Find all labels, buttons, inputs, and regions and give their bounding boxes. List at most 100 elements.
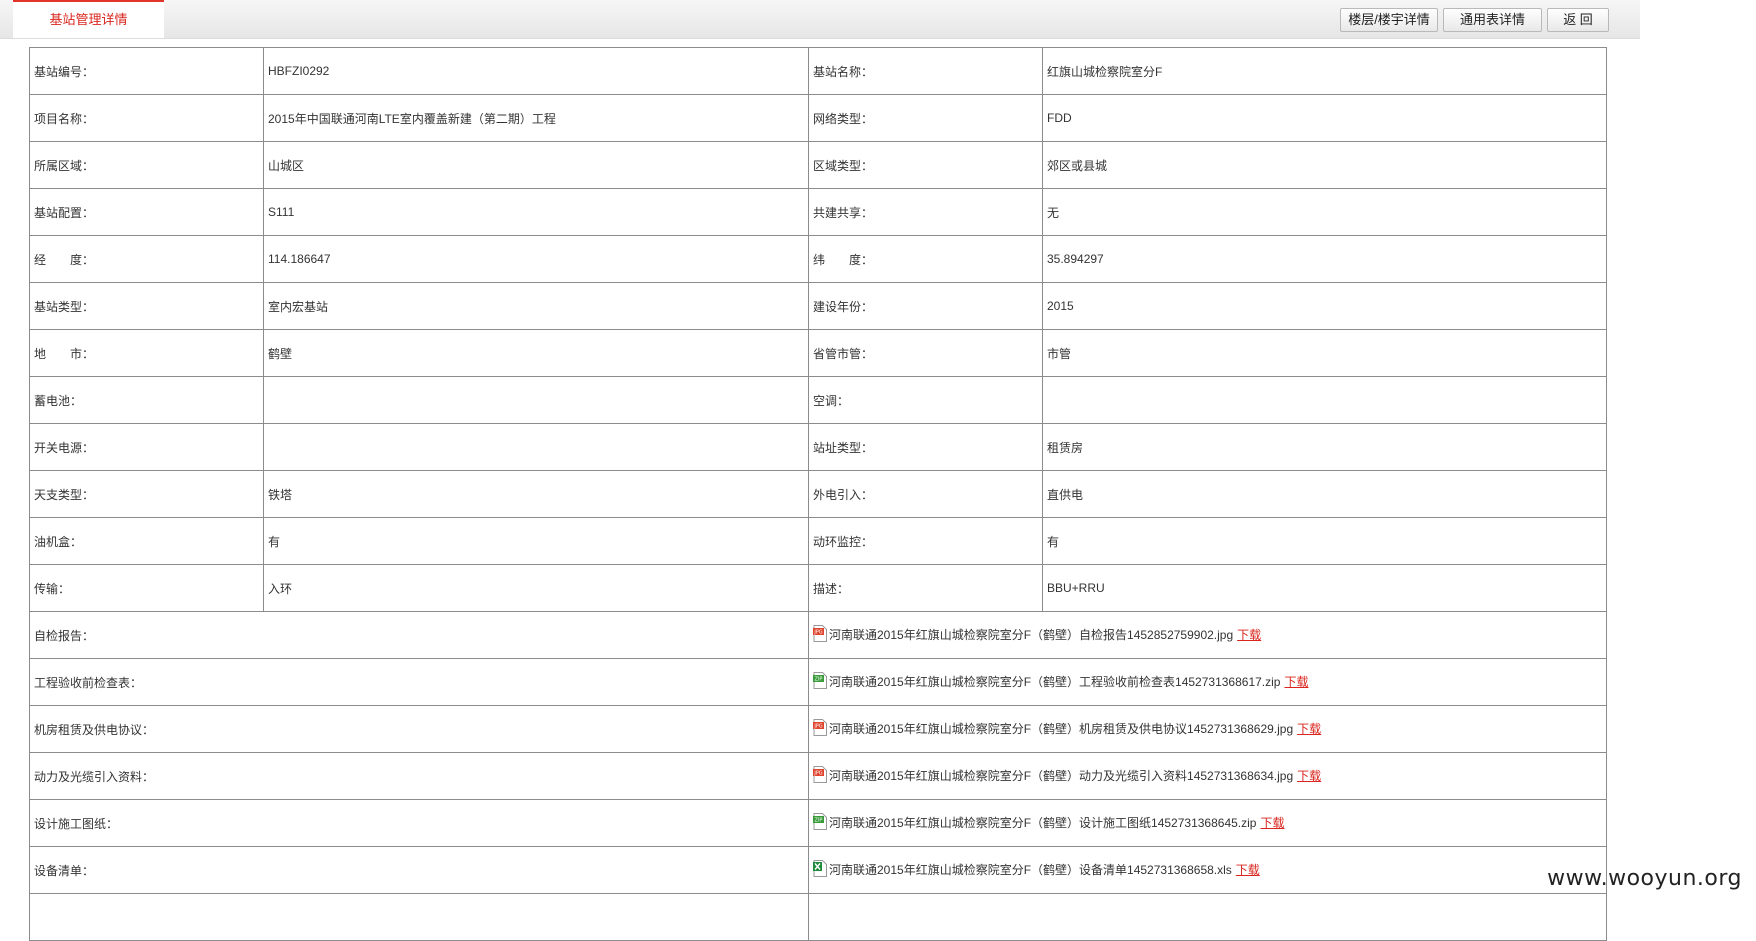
common-table-button[interactable]: 通用表详情 <box>1443 8 1542 32</box>
field-value: HBFZI0292 <box>263 47 809 95</box>
field-value <box>263 423 809 471</box>
download-link[interactable]: 下载 <box>1297 769 1321 783</box>
file-row: 自检报告： JPG 河南联通2015年红旗山城检察院室分F（鹤壁）自检报告145… <box>29 611 1607 659</box>
field-value: 直供电 <box>1042 470 1607 518</box>
field-value: 租赁房 <box>1042 423 1607 471</box>
field-value: S111 <box>263 188 809 236</box>
table-row: 开关电源： 站址类型： 租赁房 <box>29 423 1607 471</box>
file-label: 动力及光缆引入资料： <box>29 752 809 800</box>
field-label: 基站名称： <box>808 47 1043 95</box>
field-value <box>1042 376 1607 424</box>
field-value: 有 <box>1042 517 1607 565</box>
svg-text:ZIP: ZIP <box>815 677 823 683</box>
svg-text:ZIP: ZIP <box>815 818 823 824</box>
download-link[interactable]: 下载 <box>1297 722 1321 736</box>
file-row: 动力及光缆引入资料： JPG 河南联通2015年红旗山城检察院室分F（鹤壁）动力… <box>29 752 1607 800</box>
file-cell: JPG 河南联通2015年红旗山城检察院室分F（鹤壁）动力及光缆引入资料1452… <box>808 752 1607 800</box>
field-value: 山城区 <box>263 141 809 189</box>
zip-file-icon: ZIP <box>813 813 827 831</box>
file-label: 设计施工图纸： <box>29 799 809 847</box>
svg-text:JPG: JPG <box>813 630 822 636</box>
field-value: 入环 <box>263 564 809 612</box>
field-label: 基站类型： <box>29 282 264 330</box>
svg-text:JPG: JPG <box>813 771 822 777</box>
file-label: 自检报告： <box>29 611 809 659</box>
field-label: 地 市： <box>29 329 264 377</box>
field-value <box>263 376 809 424</box>
jpg-file-icon: JPG <box>813 625 827 643</box>
svg-text:JPG: JPG <box>813 724 822 730</box>
download-link[interactable]: 下载 <box>1237 628 1261 642</box>
file-cell: 河南联通2015年红旗山城检察院室分F（鹤壁）设备清单1452731368658… <box>808 846 1607 894</box>
download-link[interactable]: 下载 <box>1260 816 1284 830</box>
field-value: 红旗山城检察院室分F <box>1042 47 1607 95</box>
field-value: FDD <box>1042 94 1607 142</box>
table-row: 基站配置： S111 共建共享： 无 <box>29 188 1607 236</box>
xls-file-icon <box>813 860 827 878</box>
table-row: 地 市： 鹤壁 省管市管： 市管 <box>29 329 1607 377</box>
file-cell: JPG 河南联通2015年红旗山城检察院室分F（鹤壁）自检报告145285275… <box>808 611 1607 659</box>
file-name: 河南联通2015年红旗山城检察院室分F（鹤壁）自检报告1452852759902… <box>829 627 1234 642</box>
zip-file-icon: ZIP <box>813 672 827 690</box>
table-row: 项目名称： 2015年中国联通河南LTE室内覆盖新建（第二期）工程 网络类型： … <box>29 94 1607 142</box>
table-row: 传输： 入环 描述： BBU+RRU <box>29 564 1607 612</box>
table-row: 经 度： 114.186647 纬 度： 35.894297 <box>29 235 1607 283</box>
field-label: 项目名称： <box>29 94 264 142</box>
file-row: 机房租赁及供电协议： JPG 河南联通2015年红旗山城检察院室分F（鹤壁）机房… <box>29 705 1607 753</box>
watermark: www.wooyun.org <box>1547 866 1742 891</box>
table-row <box>29 893 1607 941</box>
field-value: BBU+RRU <box>1042 564 1607 612</box>
file-cell: ZIP 河南联通2015年红旗山城检察院室分F（鹤壁）设计施工图纸1452731… <box>808 799 1607 847</box>
floor-detail-button[interactable]: 楼层/楼宇详情 <box>1340 8 1438 32</box>
field-label: 天支类型： <box>29 470 264 518</box>
field-label: 油机盒： <box>29 517 264 565</box>
file-cell: ZIP 河南联通2015年红旗山城检察院室分F（鹤壁）工程验收前检查表14527… <box>808 658 1607 706</box>
station-detail-table: 基站编号： HBFZI0292 基站名称： 红旗山城检察院室分F 项目名称： 2… <box>29 47 1607 941</box>
field-label: 蓄电池： <box>29 376 264 424</box>
field-label: 基站编号： <box>29 47 264 95</box>
field-label: 传输： <box>29 564 264 612</box>
file-name: 河南联通2015年红旗山城检察院室分F（鹤壁）设备清单1452731368658… <box>829 862 1232 877</box>
field-label: 外电引入： <box>808 470 1043 518</box>
file-cell: JPG 河南联通2015年红旗山城检察院室分F（鹤壁）机房租赁及供电协议1452… <box>808 705 1607 753</box>
field-label: 纬 度： <box>808 235 1043 283</box>
file-label: 设备清单： <box>29 846 809 894</box>
field-value: 有 <box>263 517 809 565</box>
field-value: 2015 <box>1042 282 1607 330</box>
field-value: 郊区或县城 <box>1042 141 1607 189</box>
back-button[interactable]: 返 回 <box>1547 8 1609 32</box>
table-row: 所属区域： 山城区 区域类型： 郊区或县城 <box>29 141 1607 189</box>
field-value: 铁塔 <box>263 470 809 518</box>
table-row: 基站类型： 室内宏基站 建设年份： 2015 <box>29 282 1607 330</box>
table-row: 天支类型： 铁塔 外电引入： 直供电 <box>29 470 1607 518</box>
file-label: 工程验收前检查表： <box>29 658 809 706</box>
jpg-file-icon: JPG <box>813 766 827 784</box>
field-label: 网络类型： <box>808 94 1043 142</box>
tab-station-detail[interactable]: 基站管理详情 <box>13 0 164 38</box>
file-name: 河南联通2015年红旗山城检察院室分F（鹤壁）动力及光缆引入资料14527313… <box>829 768 1294 783</box>
file-name: 河南联通2015年红旗山城检察院室分F（鹤壁）机房租赁及供电协议14527313… <box>829 721 1294 736</box>
table-row: 基站编号： HBFZI0292 基站名称： 红旗山城检察院室分F <box>29 47 1607 95</box>
field-label: 站址类型： <box>808 423 1043 471</box>
field-label: 开关电源： <box>29 423 264 471</box>
field-label: 经 度： <box>29 235 264 283</box>
file-name: 河南联通2015年红旗山城检察院室分F（鹤壁）设计施工图纸14527313686… <box>829 815 1257 830</box>
field-value: 2015年中国联通河南LTE室内覆盖新建（第二期）工程 <box>263 94 809 142</box>
file-name: 河南联通2015年红旗山城检察院室分F（鹤壁）工程验收前检查表145273136… <box>829 674 1281 689</box>
download-link[interactable]: 下载 <box>1236 863 1260 877</box>
field-label: 省管市管： <box>808 329 1043 377</box>
file-row: 工程验收前检查表： ZIP 河南联通2015年红旗山城检察院室分F（鹤壁）工程验… <box>29 658 1607 706</box>
file-row: 设计施工图纸： ZIP 河南联通2015年红旗山城检察院室分F（鹤壁）设计施工图… <box>29 799 1607 847</box>
field-value: 鹤壁 <box>263 329 809 377</box>
field-value: 35.894297 <box>1042 235 1607 283</box>
field-value: 室内宏基站 <box>263 282 809 330</box>
field-value: 无 <box>1042 188 1607 236</box>
jpg-file-icon: JPG <box>813 719 827 737</box>
field-value: 114.186647 <box>263 235 809 283</box>
field-label: 空调： <box>808 376 1043 424</box>
field-label: 建设年份： <box>808 282 1043 330</box>
field-value: 市管 <box>1042 329 1607 377</box>
file-label: 机房租赁及供电协议： <box>29 705 809 753</box>
field-label: 所属区域： <box>29 141 264 189</box>
download-link[interactable]: 下载 <box>1284 675 1308 689</box>
